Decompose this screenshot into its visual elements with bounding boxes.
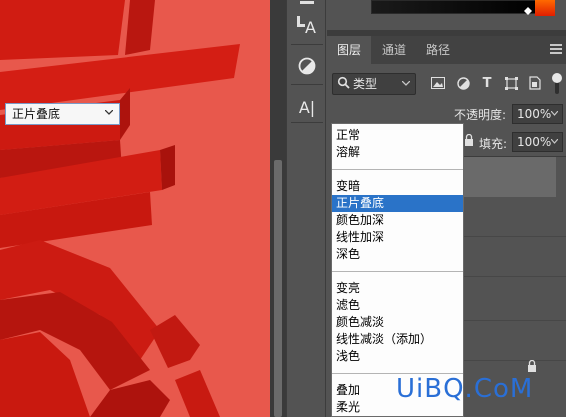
chevron-down-icon	[402, 81, 410, 86]
foreground-color-swatch[interactable]	[535, 0, 555, 16]
tab-layers[interactable]: 图层	[327, 36, 372, 64]
filter-toggle-switch[interactable]	[551, 72, 563, 96]
document-canvas[interactable]	[0, 0, 270, 417]
adjustment-filter-icon[interactable]	[455, 75, 471, 91]
watermark-text: UiBQ.CoM	[396, 374, 534, 404]
opacity-field[interactable]: 100%	[512, 104, 563, 124]
blend-option-linear-dodge[interactable]: 线性减淡（添加）	[332, 331, 463, 348]
blend-option-color-burn[interactable]: 颜色加深	[332, 212, 463, 229]
layer-row-selected[interactable]	[464, 157, 556, 197]
blend-option-lighten[interactable]: 变亮	[332, 280, 463, 297]
smart-object-filter-icon[interactable]	[527, 75, 543, 91]
blend-option-multiply[interactable]: 正片叠底	[332, 195, 463, 212]
layers-panel-tabbar: 图层 通道 路径	[327, 36, 566, 64]
blend-option-darken[interactable]: 变暗	[332, 178, 463, 195]
opacity-label: 不透明度:	[454, 108, 507, 122]
tool-divider	[291, 84, 323, 85]
type-vertical-icon: A	[297, 16, 317, 38]
panel-menu-icon[interactable]	[550, 44, 562, 56]
fill-label: 填充:	[479, 137, 508, 151]
tool-divider	[291, 122, 323, 123]
layer-row[interactable]	[464, 197, 566, 237]
dropdown-separator	[332, 169, 463, 170]
type-vertical-tool-button[interactable]: A	[292, 14, 322, 40]
blend-mode-select[interactable]: 正片叠底	[5, 103, 120, 125]
color-slider-marker[interactable]	[524, 7, 532, 15]
blend-option-lighter-color[interactable]: 浅色	[332, 348, 463, 365]
canvas-artwork	[0, 0, 270, 417]
watermark: UiBQ.CoM	[396, 374, 533, 404]
fill-field[interactable]: 100%	[512, 132, 563, 152]
text-cursor-icon: A|	[298, 97, 316, 117]
lock-all-icon[interactable]	[464, 133, 474, 149]
tab-channels[interactable]: 通道	[372, 36, 416, 64]
layer-filter-value: 类型	[353, 77, 378, 91]
layer-filter-select[interactable]: 类型	[332, 73, 416, 95]
adjustment-tool-button[interactable]	[292, 53, 322, 79]
scrollbar-thumb[interactable]	[274, 160, 282, 417]
canvas-vertical-scrollbar[interactable]	[270, 0, 286, 417]
blend-mode-value: 正片叠底	[12, 107, 61, 121]
image-filter-icon[interactable]	[430, 75, 446, 91]
blend-option-linear-burn[interactable]: 线性加深	[332, 229, 463, 246]
tool-strip-top-edge	[292, 0, 322, 8]
layer-row[interactable]	[464, 237, 566, 277]
layer-row[interactable]	[464, 277, 566, 321]
fill-value: 100%	[517, 135, 552, 149]
character-tool-button[interactable]: A|	[292, 94, 322, 120]
search-icon	[337, 76, 350, 89]
dropdown-separator	[332, 271, 463, 272]
layer-lock-icon	[527, 359, 537, 375]
tab-paths[interactable]: 路径	[416, 36, 460, 64]
blend-option-color-dodge[interactable]: 颜色减淡	[332, 314, 463, 331]
adjustment-circle-icon	[298, 57, 316, 75]
blend-option-darker-color[interactable]: 深色	[332, 246, 463, 263]
layer-row[interactable]	[464, 321, 566, 361]
chevron-down-icon	[551, 139, 558, 144]
tool-divider	[291, 44, 323, 45]
tool-strip: A A|	[286, 0, 326, 417]
color-preview-bar[interactable]	[371, 0, 539, 14]
blend-option-normal[interactable]: 正常	[332, 127, 463, 144]
shape-filter-icon[interactable]	[503, 75, 519, 91]
blend-option-screen[interactable]: 滤色	[332, 297, 463, 314]
type-filter-icon[interactable]: T	[479, 75, 495, 91]
chevron-down-icon	[105, 110, 113, 115]
opacity-value: 100%	[517, 107, 552, 121]
blend-option-dissolve[interactable]: 溶解	[332, 144, 463, 161]
chevron-down-icon	[551, 111, 558, 116]
blend-mode-dropdown[interactable]: 正常 溶解 变暗 正片叠底 颜色加深 线性加深 深色 变亮 滤色 颜色减淡 线性…	[331, 123, 464, 417]
